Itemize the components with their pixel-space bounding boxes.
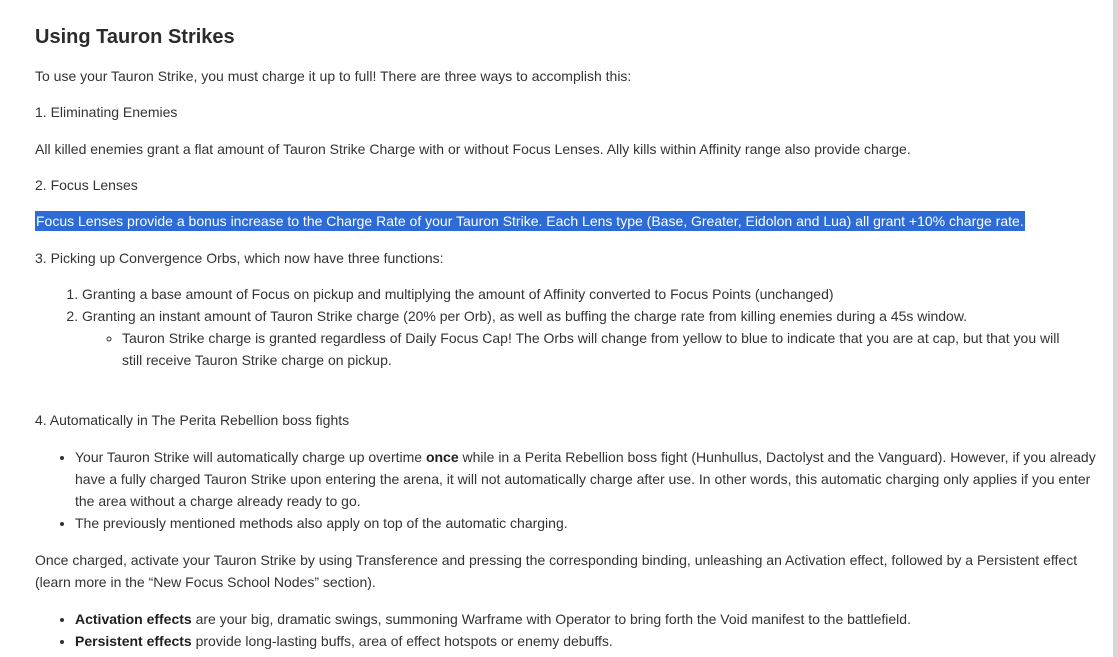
list-item-text: Granting an instant amount of Tauron Str… — [82, 308, 968, 324]
method-1-title: 1. Eliminating Enemies — [35, 104, 178, 120]
method-3-title: 3. Picking up Convergence Orbs, which no… — [35, 250, 444, 266]
list-item: The previously mentioned methods also ap… — [75, 512, 1100, 534]
list-item: Granting an instant amount of Tauron Str… — [82, 305, 1082, 371]
section-heading: Using Tauron Strikes — [35, 26, 235, 48]
list-item: Tauron Strike charge is granted regardle… — [122, 327, 1082, 371]
list-item: Persistent effects provide long-lasting … — [75, 630, 1100, 652]
list-item: Granting a base amount of Focus on picku… — [82, 283, 1082, 305]
effects-list: Activation effects are your big, dramati… — [35, 608, 1100, 652]
boss-fight-list: Your Tauron Strike will automatically ch… — [35, 446, 1100, 534]
method-1-body: All killed enemies grant a flat amount o… — [35, 141, 911, 157]
intro-paragraph: To use your Tauron Strike, you must char… — [35, 68, 632, 84]
vertical-scrollbar[interactable] — [1113, 0, 1118, 657]
list-item: Your Tauron Strike will automatically ch… — [75, 446, 1100, 512]
selected-text-highlight: Focus Lenses provide a bonus increase to… — [35, 211, 1025, 231]
orb-functions-list: Granting a base amount of Focus on picku… — [35, 283, 1082, 371]
nested-list: Tauron Strike charge is granted regardle… — [82, 327, 1082, 371]
emphasis-once: once — [425, 449, 459, 465]
persistent-effects-term: Persistent effects — [75, 633, 192, 649]
activation-effects-term: Activation effects — [75, 611, 192, 627]
method-2-title: 2. Focus Lenses — [35, 177, 138, 193]
outro-paragraph: Once charged, activate your Tauron Strik… — [35, 552, 1078, 590]
method-4-title: 4. Automatically in The Perita Rebellion… — [35, 412, 350, 428]
method-2-body: Focus Lenses provide a bonus increase to… — [35, 210, 1025, 232]
list-item: Activation effects are your big, dramati… — [75, 608, 1100, 630]
